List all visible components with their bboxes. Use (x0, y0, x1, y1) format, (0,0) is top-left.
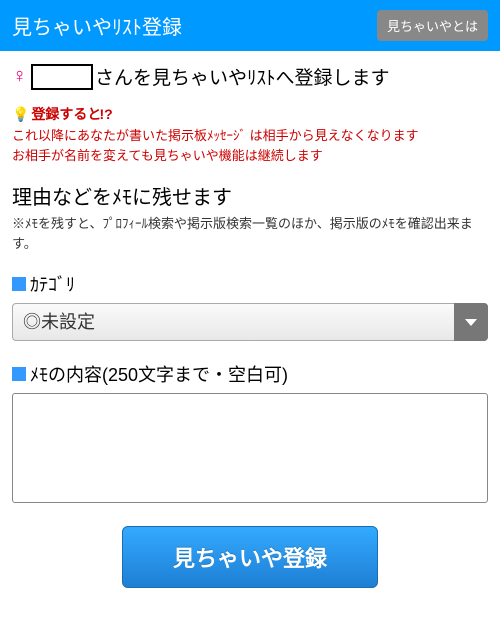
memo-textarea[interactable] (12, 393, 488, 503)
user-register-line: ♀ さんを見ちゃいやﾘｽﾄへ登録します (12, 63, 488, 90)
warning-line-2: お相手が名前を変えても見ちゃいや機能は継続します (12, 146, 488, 166)
page-header: 見ちゃいやﾘｽﾄ登録 見ちゃいやとは (0, 0, 500, 51)
category-select-wrap: ◎未設定 (12, 303, 488, 341)
memo-content-label: ﾒﾓの内容(250文字まで・空白可) (12, 361, 488, 387)
submit-button[interactable]: 見ちゃいや登録 (122, 526, 378, 588)
info-button[interactable]: 見ちゃいやとは (377, 10, 488, 41)
warning-line-1: これ以降にあなたが書いた掲示板ﾒｯｾｰｼﾞ は相手から見えなくなります (12, 126, 488, 146)
gender-female-icon: ♀ (12, 65, 27, 88)
exclaim-icon: !? (99, 106, 112, 122)
warning-head-text: 登録すると (31, 104, 101, 124)
user-name-box (31, 64, 93, 90)
memo-note: ※ﾒﾓを残すと、ﾌﾟﾛﾌｨｰﾙ検索や掲示版検索一覧のほか、掲示版のﾒﾓを確認出来… (12, 214, 488, 253)
memo-content-label-text: ﾒﾓの内容(250文字まで・空白可) (30, 361, 288, 387)
user-suffix-text: さんを見ちゃいやﾘｽﾄへ登録します (95, 63, 390, 90)
content-area: ♀ さんを見ちゃいやﾘｽﾄへ登録します 💡 登録すると !? これ以降にあなたが… (0, 51, 500, 600)
submit-wrap: 見ちゃいや登録 (12, 526, 488, 588)
square-bullet-icon (12, 367, 26, 381)
category-label: ｶﾃｺﾞﾘ (12, 271, 488, 297)
warning-block: 💡 登録すると !? これ以降にあなたが書いた掲示板ﾒｯｾｰｼﾞ は相手から見え… (12, 104, 488, 165)
square-bullet-icon (12, 277, 26, 291)
category-label-text: ｶﾃｺﾞﾘ (30, 271, 75, 297)
bulb-icon: 💡 (12, 106, 29, 123)
category-select[interactable]: ◎未設定 (12, 303, 488, 341)
warning-heading: 💡 登録すると !? (12, 104, 488, 124)
page-title: 見ちゃいやﾘｽﾄ登録 (12, 11, 182, 40)
memo-title: 理由などをﾒﾓに残せます (12, 181, 488, 210)
